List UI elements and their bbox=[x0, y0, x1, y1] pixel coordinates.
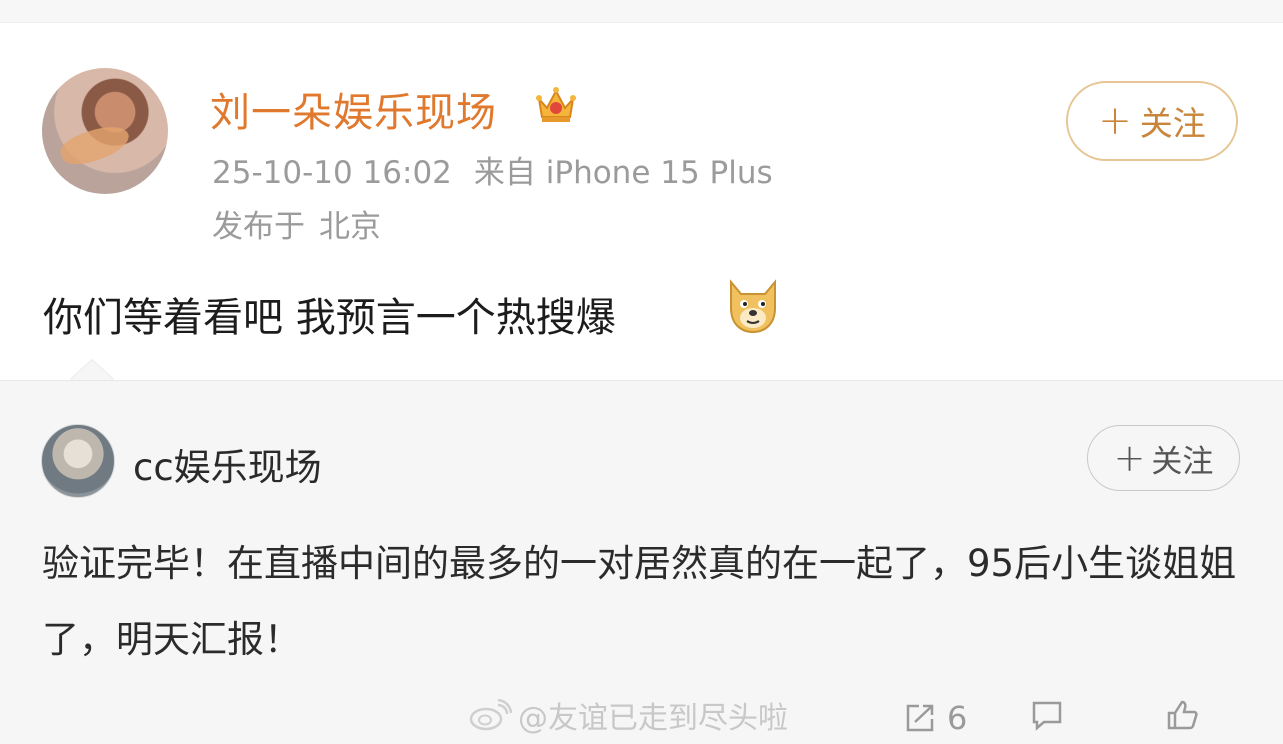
top-divider bbox=[0, 0, 1283, 23]
doge-icon bbox=[730, 279, 776, 334]
quote-author-avatar[interactable] bbox=[41, 424, 115, 498]
post-text: 你们等着看吧 我预言一个热搜爆 bbox=[43, 295, 616, 341]
repost-count: 6 bbox=[947, 699, 968, 737]
quote-follow-button[interactable]: + 关注 bbox=[1087, 425, 1240, 491]
crown-icon bbox=[536, 87, 576, 122]
post-location: 发布于 北京 bbox=[212, 201, 381, 246]
location-label: 发布于 bbox=[212, 209, 305, 245]
follow-label: 关注 bbox=[1139, 104, 1206, 143]
author-avatar[interactable] bbox=[42, 68, 168, 194]
post-source: 来自 iPhone 15 Plus bbox=[473, 155, 773, 191]
author-name[interactable]: 刘一朵娱乐现场 bbox=[210, 80, 497, 138]
quote-author-name[interactable]: cc娱乐现场 bbox=[133, 437, 322, 491]
plus-icon: + bbox=[1113, 436, 1146, 480]
like-button[interactable] bbox=[1165, 699, 1209, 731]
repost-button[interactable]: 6 bbox=[903, 699, 967, 737]
comment-button[interactable] bbox=[1030, 699, 1074, 731]
post-meta: 25-10-10 16:02 来自 iPhone 15 Plus bbox=[212, 147, 773, 192]
comment-icon bbox=[1032, 701, 1062, 731]
quoted-post[interactable]: cc娱乐现场 + 关注 验证完毕！在直播中间的最多的一对居然真的在一起了，95后… bbox=[0, 380, 1283, 744]
quote-follow-label: 关注 bbox=[1151, 443, 1214, 480]
watermark-text: @友谊已走到尽头啦 bbox=[518, 701, 788, 736]
like-icon bbox=[1167, 700, 1198, 730]
weibo-logo-icon bbox=[469, 699, 512, 731]
quote-caret bbox=[70, 360, 114, 380]
weibo-post: 刘一朵娱乐现场 25-10-10 16:02 来自 iPhone 15 Plus … bbox=[0, 23, 1283, 380]
quote-text: 验证完毕！在直播中间的最多的一对居然真的在一起了，95后小生谈姐姐了，明天汇报！ bbox=[42, 542, 1237, 661]
follow-button[interactable]: + 关注 bbox=[1066, 81, 1238, 161]
post-timestamp: 25-10-10 16:02 bbox=[212, 155, 452, 191]
repost-icon bbox=[906, 704, 934, 732]
plus-icon: + bbox=[1098, 98, 1132, 144]
watermark: @友谊已走到尽头啦 bbox=[468, 693, 788, 737]
location-value: 北京 bbox=[319, 209, 381, 245]
